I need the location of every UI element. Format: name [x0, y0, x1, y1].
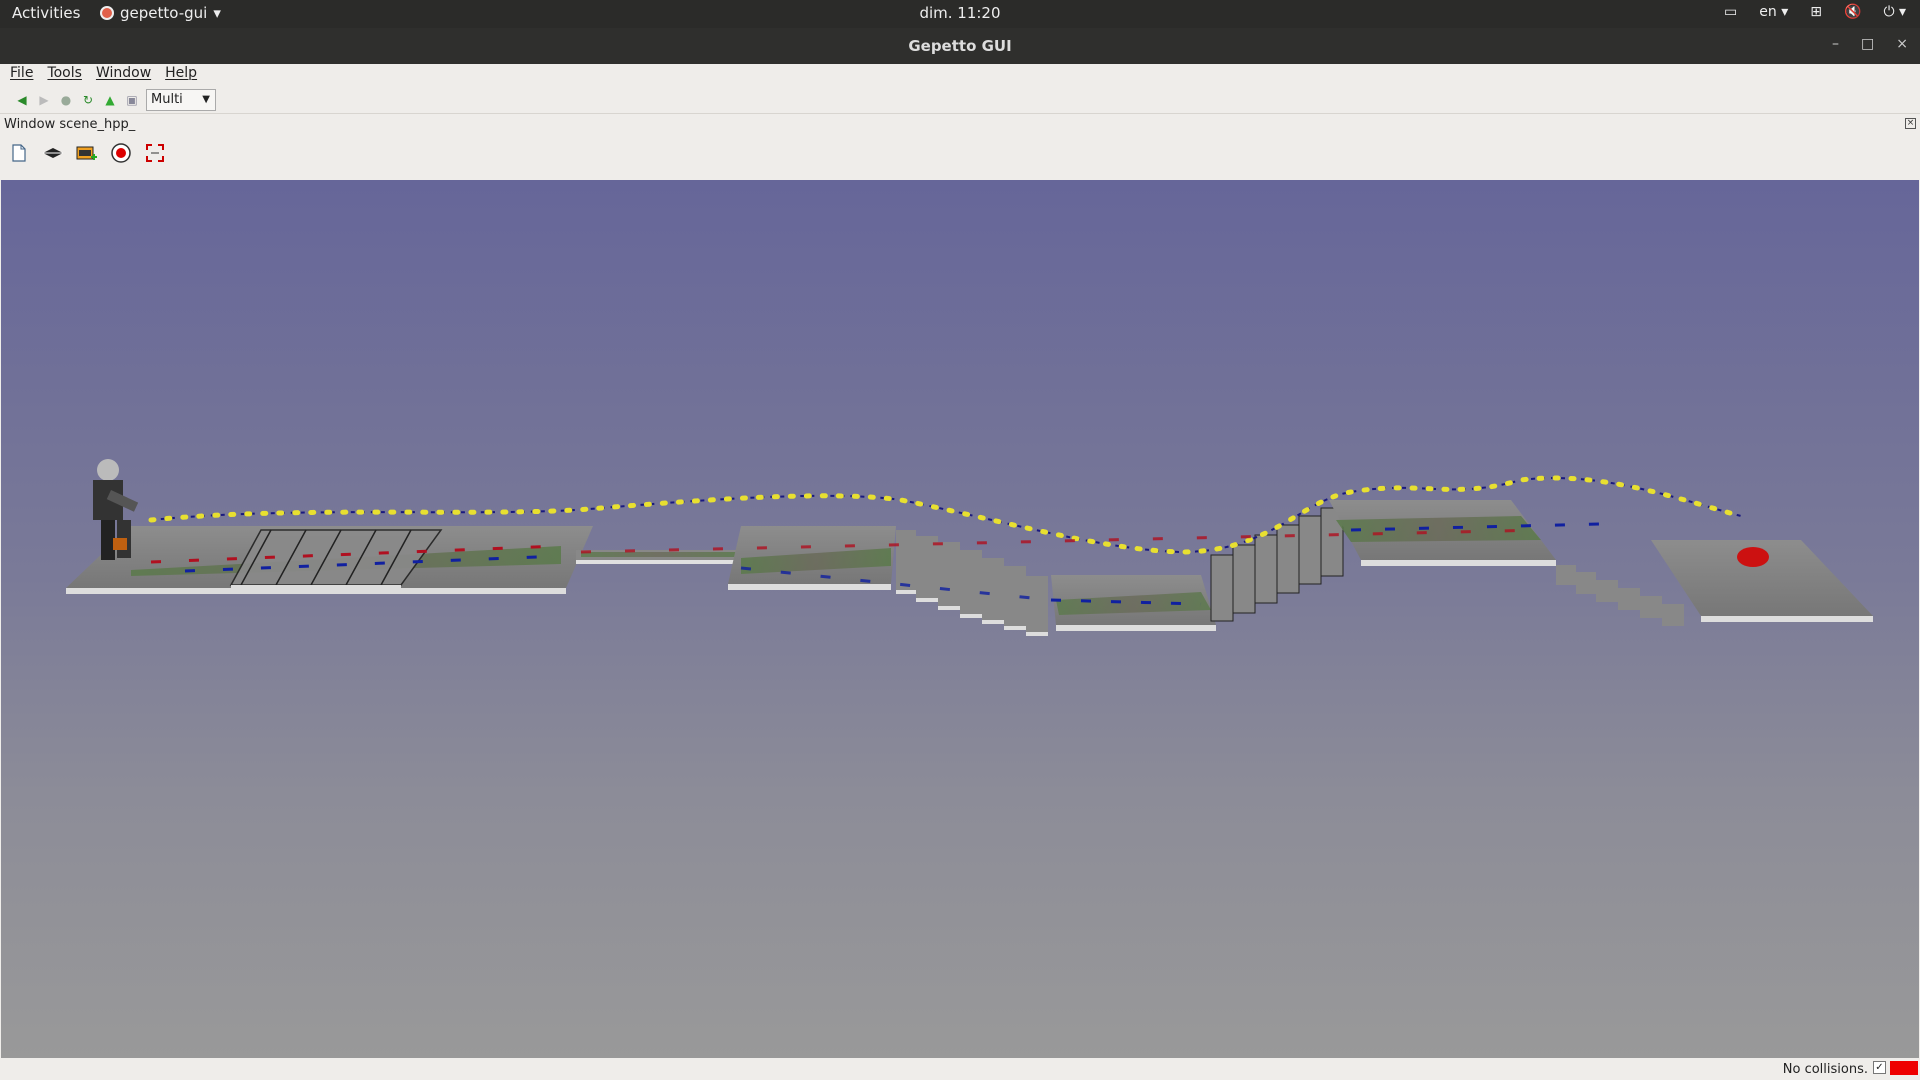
- main-toolbar: ◀ ▶ ● ↻ ▲ ▣ Multi ▼: [0, 86, 1920, 114]
- clock[interactable]: dim. 11:20: [0, 4, 1920, 22]
- window-titlebar: Gepetto GUI – □ ×: [0, 28, 1920, 64]
- view-toolbar: [8, 142, 166, 164]
- mode-select-value: Multi: [151, 91, 183, 107]
- bridge: [576, 550, 741, 564]
- collision-status: No collisions.: [1782, 1062, 1868, 1077]
- system-top-bar: Activities gepetto-gui ▾ dim. 11:20 ▭ en…: [0, 0, 1920, 28]
- stairs-down: [896, 530, 1048, 636]
- menu-tools[interactable]: Tools: [47, 65, 82, 84]
- stairs-end: [1556, 565, 1684, 626]
- collision-indicator: [1890, 1061, 1918, 1075]
- platform-low: [1051, 575, 1216, 631]
- scene-window-label: Window scene_hpp_: [4, 117, 136, 132]
- menu-window[interactable]: Window: [96, 65, 151, 84]
- menubar: File Tools Window Help: [0, 64, 1920, 84]
- mode-select[interactable]: Multi ▼: [146, 88, 216, 111]
- status-bar: No collisions. ✓: [0, 1058, 1920, 1080]
- power-icon[interactable]: ⏻ ▾: [1883, 4, 1906, 20]
- refresh-icon[interactable]: ↻: [80, 92, 96, 108]
- 3d-viewport[interactable]: [1, 180, 1919, 1058]
- language-indicator[interactable]: en ▾: [1759, 4, 1788, 20]
- platform-goal: [1651, 540, 1873, 622]
- add-image-icon[interactable]: [76, 142, 98, 164]
- back-icon[interactable]: ◀: [14, 92, 30, 108]
- window-title: Gepetto GUI: [908, 37, 1012, 55]
- language-label: en: [1759, 4, 1777, 20]
- system-tray: ▭ en ▾ ⊞ 🔇 ⏻ ▾: [1724, 4, 1906, 20]
- image-icon[interactable]: ▣: [124, 92, 140, 108]
- grid-plane-icon[interactable]: [42, 142, 64, 164]
- upload-icon[interactable]: ▲: [102, 92, 118, 108]
- app-area: File Tools Window Help ◀ ▶ ● ↻ ▲ ▣ Multi…: [0, 64, 1920, 1080]
- display-icon[interactable]: ▭: [1724, 4, 1737, 20]
- step-icon[interactable]: ●: [58, 92, 74, 108]
- volume-icon[interactable]: 🔇: [1844, 4, 1861, 20]
- maximize-icon[interactable]: □: [1861, 36, 1874, 52]
- platform-middle: [728, 526, 896, 590]
- close-icon[interactable]: ×: [1896, 36, 1908, 52]
- chevron-down-icon: ▼: [202, 93, 210, 105]
- forward-icon[interactable]: ▶: [36, 92, 52, 108]
- platform-high: [1329, 500, 1556, 566]
- close-scene-window-button[interactable]: ×: [1905, 118, 1916, 129]
- record-icon[interactable]: [110, 142, 132, 164]
- scene-render: [66, 459, 1873, 636]
- window-controls: – □ ×: [1832, 36, 1908, 52]
- goal-marker: [1737, 547, 1769, 567]
- menu-file[interactable]: File: [10, 65, 33, 84]
- document-icon[interactable]: [8, 142, 30, 164]
- minimize-icon[interactable]: –: [1832, 36, 1839, 52]
- collision-checkbox[interactable]: ✓: [1873, 1061, 1886, 1074]
- fullscreen-icon[interactable]: [144, 142, 166, 164]
- menu-help[interactable]: Help: [165, 65, 197, 84]
- network-icon[interactable]: ⊞: [1810, 4, 1822, 20]
